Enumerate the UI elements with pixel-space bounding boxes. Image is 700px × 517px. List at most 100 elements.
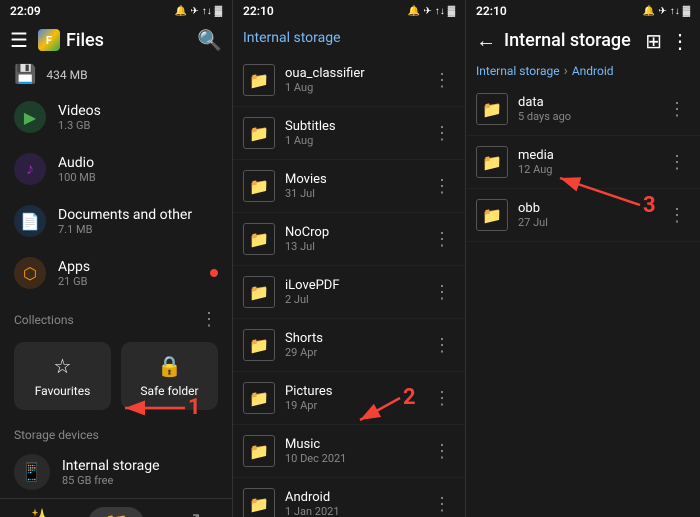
grid-view-icon[interactable]: ⊞ xyxy=(645,29,662,53)
file-date-android: 1 Jan 2021 xyxy=(285,505,419,517)
file-text-data: data 5 days ago xyxy=(518,95,654,123)
file-text-ilovepdf: iLovePDF 2 Jul xyxy=(285,278,419,306)
clean-icon: ✨ xyxy=(26,507,51,517)
collections-more-icon[interactable]: ⋮ xyxy=(200,309,218,330)
back-button[interactable]: ← xyxy=(476,28,496,53)
file-name-subtitles: Subtitles xyxy=(285,119,419,134)
storage-top-icon: 💾 xyxy=(14,64,36,85)
more-icon-android[interactable]: ⋮ xyxy=(429,494,455,515)
file-name-oua: oua_classifier xyxy=(285,66,419,81)
more-icon-media[interactable]: ⋮ xyxy=(664,152,690,173)
internal-storage-item[interactable]: 📱 Internal storage 85 GB free xyxy=(0,446,232,498)
file-item-subtitles[interactable]: 📁 Subtitles 1 Aug ⋮ xyxy=(233,107,465,160)
airplane-icon-2: ✈ xyxy=(423,6,431,17)
audio-label: Audio xyxy=(58,155,96,171)
more-icon-data[interactable]: ⋮ xyxy=(664,99,690,120)
file-name-nocrop: NoCrop xyxy=(285,225,419,240)
file-item-music[interactable]: 📁 Music 10 Dec 2021 ⋮ xyxy=(233,425,465,478)
more-icon-pictures[interactable]: ⋮ xyxy=(429,388,455,409)
folder-icon-ilovepdf: 📁 xyxy=(243,276,275,308)
panel3-header: ← Internal storage ⊞ ⋮ xyxy=(466,22,700,59)
file-item-pictures[interactable]: 📁 Pictures 19 Apr ⋮ xyxy=(233,372,465,425)
more-icon-oua[interactable]: ⋮ xyxy=(429,70,455,91)
battery-icon: ▓ xyxy=(215,6,222,17)
file-text-pictures: Pictures 19 Apr xyxy=(285,384,419,412)
menu-icon[interactable]: ☰ xyxy=(10,28,28,52)
file-item-movies[interactable]: 📁 Movies 31 Jul ⋮ xyxy=(233,160,465,213)
favourites-label: Favourites xyxy=(35,384,91,398)
signal-icon: ↑↓ xyxy=(202,6,212,17)
time-1: 22:09 xyxy=(10,4,41,18)
time-2: 22:10 xyxy=(243,4,274,18)
safe-folder-button[interactable]: 🔒 Safe folder xyxy=(121,342,218,410)
apps-notification-dot xyxy=(210,269,218,277)
more-icon-movies[interactable]: ⋮ xyxy=(429,176,455,197)
internal-storage-icon: 📱 xyxy=(14,454,50,490)
file-item-shorts[interactable]: 📁 Shorts 29 Apr ⋮ xyxy=(233,319,465,372)
panel-files-app: 22:09 🔔 ✈ ↑↓ ▓ ☰ F Files 🔍 💾 434 MB ▶ Vi… xyxy=(0,0,233,517)
apps-icon: ⬡ xyxy=(14,257,46,289)
share-icon: ↗ xyxy=(185,507,202,517)
folder-icon-music: 📁 xyxy=(243,435,275,467)
status-icons-3: 🔔 ✈ ↑↓ ▓ xyxy=(643,6,690,17)
file-text-shorts: Shorts 29 Apr xyxy=(285,331,419,359)
file-item-obb[interactable]: 📁 obb 27 Jul ⋮ xyxy=(466,189,700,242)
file-list-panel2: 📁 oua_classifier 1 Aug ⋮ 📁 Subtitles 1 A… xyxy=(233,54,465,517)
safe-folder-label: Safe folder xyxy=(140,384,198,398)
more-icon-subtitles[interactable]: ⋮ xyxy=(429,123,455,144)
file-item-data[interactable]: 📁 data 5 days ago ⋮ xyxy=(466,83,700,136)
more-icon-nocrop[interactable]: ⋮ xyxy=(429,229,455,250)
share-nav-item[interactable]: ↗ Share xyxy=(155,499,232,517)
folder-icon-data: 📁 xyxy=(476,93,508,125)
file-text-nocrop: NoCrop 13 Jul xyxy=(285,225,419,253)
storage-devices-section: Storage devices xyxy=(0,418,232,446)
favourites-icon: ☆ xyxy=(54,354,72,378)
panel2-header: Internal storage xyxy=(233,22,465,54)
folder-icon-movies: 📁 xyxy=(243,170,275,202)
file-date-oua: 1 Aug xyxy=(285,81,419,94)
breadcrumb-current[interactable]: Android xyxy=(572,64,614,78)
more-icon-ilovepdf[interactable]: ⋮ xyxy=(429,282,455,303)
file-text-movies: Movies 31 Jul xyxy=(285,172,419,200)
documents-sub: 7.1 MB xyxy=(58,223,192,236)
search-icon[interactable]: 🔍 xyxy=(197,28,222,52)
file-item-oua[interactable]: 📁 oua_classifier 1 Aug ⋮ xyxy=(233,54,465,107)
collections-section: Collections ⋮ xyxy=(0,299,232,334)
browse-icon: 📁 xyxy=(88,507,145,517)
signal-icon-2: ↑↓ xyxy=(435,6,445,17)
file-item-android[interactable]: 📁 Android 1 Jan 2021 ⋮ xyxy=(233,478,465,517)
signal-icon-3: ↑↓ xyxy=(670,6,680,17)
storage-top-item: 💾 434 MB xyxy=(0,58,232,91)
files-logo: F xyxy=(38,29,60,51)
videos-icon: ▶ xyxy=(14,101,46,133)
file-name-ilovepdf: iLovePDF xyxy=(285,278,419,293)
folder-icon-media: 📁 xyxy=(476,146,508,178)
browse-nav-item[interactable]: 📁 Browse xyxy=(77,499,154,517)
more-options-icon[interactable]: ⋮ xyxy=(670,29,690,53)
file-date-pictures: 19 Apr xyxy=(285,399,419,412)
audio-sub: 100 MB xyxy=(58,171,96,184)
file-item-media[interactable]: 📁 media 12 Aug ⋮ xyxy=(466,136,700,189)
clean-nav-item[interactable]: ✨ Clean xyxy=(0,499,77,517)
file-date-music: 10 Dec 2021 xyxy=(285,452,419,465)
file-text-music: Music 10 Dec 2021 xyxy=(285,437,419,465)
audio-icon: ♪ xyxy=(14,153,46,185)
nav-item-apps[interactable]: ⬡ Apps 21 GB xyxy=(0,247,232,299)
breadcrumb-separator: › xyxy=(564,63,568,79)
nav-item-documents[interactable]: 📄 Documents and other 7.1 MB xyxy=(0,195,232,247)
folder-icon-pictures: 📁 xyxy=(243,382,275,414)
favourites-button[interactable]: ☆ Favourites xyxy=(14,342,111,410)
apps-label: Apps xyxy=(58,259,90,275)
panel2-title[interactable]: Internal storage xyxy=(243,30,341,46)
nav-item-videos[interactable]: ▶ Videos 1.3 GB xyxy=(0,91,232,143)
apps-text: Apps 21 GB xyxy=(58,259,90,288)
more-icon-obb[interactable]: ⋮ xyxy=(664,205,690,226)
more-icon-shorts[interactable]: ⋮ xyxy=(429,335,455,356)
more-icon-music[interactable]: ⋮ xyxy=(429,441,455,462)
breadcrumb-root[interactable]: Internal storage xyxy=(476,64,560,78)
file-item-nocrop[interactable]: 📁 NoCrop 13 Jul ⋮ xyxy=(233,213,465,266)
nav-item-audio[interactable]: ♪ Audio 100 MB xyxy=(0,143,232,195)
time-3: 22:10 xyxy=(476,4,507,18)
safe-folder-icon: 🔒 xyxy=(157,354,182,378)
file-item-ilovepdf[interactable]: 📁 iLovePDF 2 Jul ⋮ xyxy=(233,266,465,319)
